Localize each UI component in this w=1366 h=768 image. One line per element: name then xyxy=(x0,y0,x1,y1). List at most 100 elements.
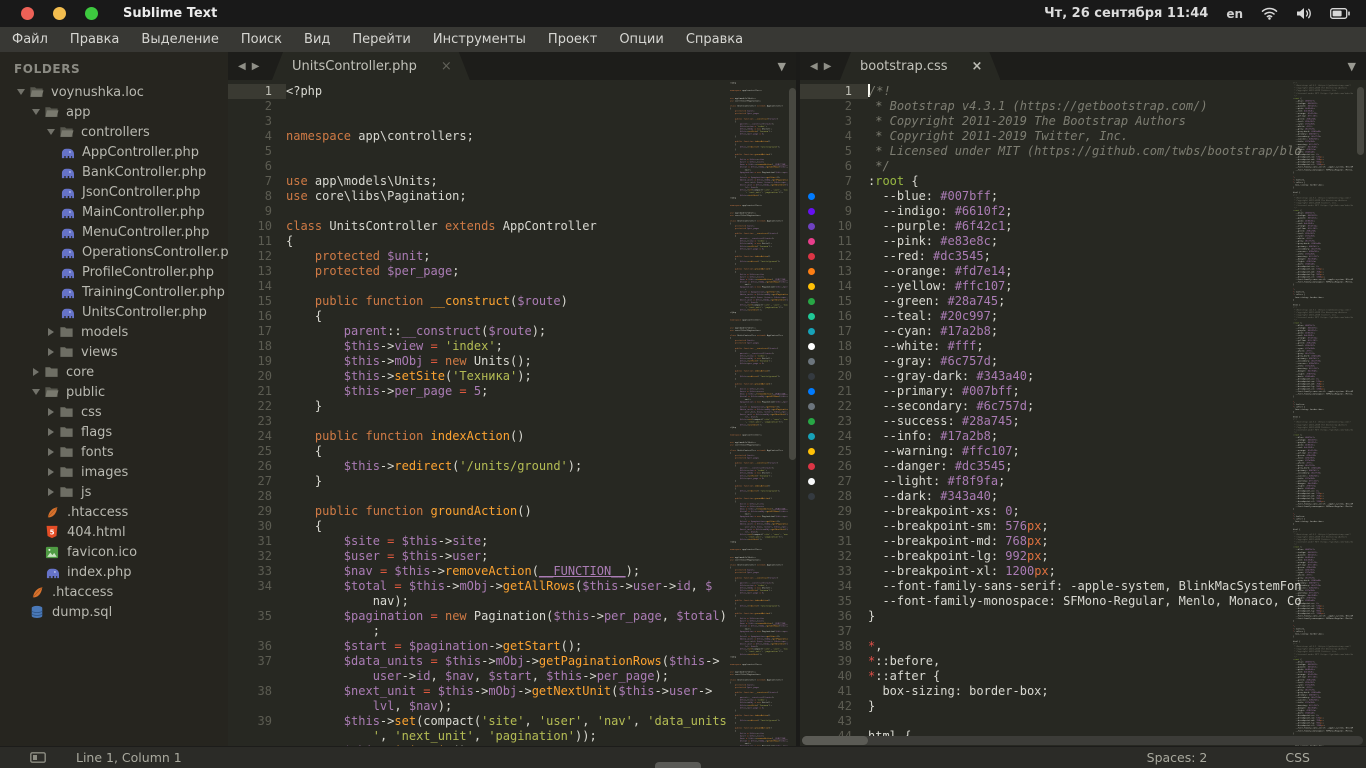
tree-item-voynushka-loc[interactable]: voynushka.loc xyxy=(0,82,228,102)
disclosure-arrow-icon[interactable] xyxy=(44,129,58,135)
menu-item-4[interactable]: Поиск xyxy=(230,27,293,52)
left-editor[interactable]: 1<?php234namespace app\controllers;567us… xyxy=(228,80,796,746)
battery-icon[interactable] xyxy=(1330,8,1350,19)
tree-item-controllers[interactable]: controllers xyxy=(0,122,228,142)
tree-item-models[interactable]: models xyxy=(0,322,228,342)
tab-bootstrap-css[interactable]: bootstrap.css × xyxy=(840,52,1000,80)
right-horizontal-scrollbar[interactable] xyxy=(802,736,1363,745)
menu-item-2[interactable]: Правка xyxy=(59,27,130,52)
tab-forward-icon[interactable]: ▶ xyxy=(824,61,832,72)
code-line: protected $per_page; xyxy=(730,342,759,344)
tab-close-icon[interactable]: × xyxy=(972,59,983,74)
tree-item-appcontroller-php[interactable]: AppController.php xyxy=(0,142,228,162)
tree-item-favicon-ico[interactable]: favicon.ico xyxy=(0,542,228,562)
status-panel-icon[interactable] xyxy=(30,752,46,763)
tree-item-css[interactable]: css xyxy=(0,402,228,422)
menu-item-8[interactable]: Проект xyxy=(537,27,608,52)
code-line: class UnitsController extends AppControl… xyxy=(730,449,783,451)
tree-item-label: favicon.ico xyxy=(67,545,137,560)
disclosure-arrow-icon[interactable] xyxy=(44,408,58,416)
tree-item-label: images xyxy=(81,465,128,480)
disclosure-arrow-icon[interactable] xyxy=(44,348,58,356)
disclosure-arrow-icon[interactable] xyxy=(44,448,58,456)
tree-item-index-php[interactable]: index.php xyxy=(0,562,228,582)
code-line xyxy=(286,159,796,174)
right-vertical-scrollbar[interactable] xyxy=(1357,87,1364,155)
left-code[interactable]: 1<?php234namespace app\controllers;567us… xyxy=(228,84,796,746)
tree-item-menucontroller-php[interactable]: MenuController.php xyxy=(0,222,228,242)
line-number: 20 xyxy=(228,369,286,384)
main-area: FOLDERS voynushka.locappcontrollersAppCo… xyxy=(0,52,1366,746)
volume-icon[interactable] xyxy=(1296,7,1312,20)
tab-back-icon[interactable]: ◀ xyxy=(810,61,818,72)
disclosure-arrow-icon[interactable] xyxy=(44,488,58,496)
close-window-button[interactable] xyxy=(21,7,34,20)
tree-item-trainingcontroller-php[interactable]: TrainingController.php xyxy=(0,282,228,302)
code-line: --gray: #6c757d; xyxy=(868,354,1366,369)
menu-item-7[interactable]: Инструменты xyxy=(422,27,537,52)
right-code[interactable]: 1/*!2 * Bootstrap v4.3.1 (https://getboo… xyxy=(800,84,1366,746)
tree-item-images[interactable]: images xyxy=(0,462,228,482)
tab-overflow-icon[interactable]: ▼ xyxy=(1348,52,1356,80)
line-number: 29 xyxy=(228,504,286,519)
tree-item-flags[interactable]: flags xyxy=(0,422,228,442)
tree-item--htaccess[interactable]: .htaccess xyxy=(0,502,228,522)
tree-item-bankcontroller-php[interactable]: BankController.php xyxy=(0,162,228,182)
tree-item-app[interactable]: app xyxy=(0,102,228,122)
line-number: 33 xyxy=(228,564,286,579)
folder-tree: voynushka.locappcontrollersAppController… xyxy=(0,82,228,622)
tree-item--htaccess[interactable]: .htaccess xyxy=(0,582,228,602)
dock-reveal-handle[interactable] xyxy=(655,762,701,768)
line-number: 27 xyxy=(228,474,286,489)
menu-item-3[interactable]: Выделение xyxy=(130,27,229,52)
left-minimap[interactable]: <?phpnamespace app\controllers;use app\m… xyxy=(730,80,788,746)
menu-item-1[interactable]: Файл xyxy=(1,27,59,52)
tree-item-dump-sql[interactable]: dump.sql xyxy=(0,602,228,622)
tree-item-jsoncontroller-php[interactable]: JsonController.php xyxy=(0,182,228,202)
clock[interactable]: Чт, 26 сентября 11:44 xyxy=(1044,6,1208,21)
tab-overflow-icon[interactable]: ▼ xyxy=(778,52,786,80)
maximize-window-button[interactable] xyxy=(85,7,98,20)
menu-item-6[interactable]: Перейти xyxy=(341,27,422,52)
tab-forward-icon[interactable]: ▶ xyxy=(252,61,260,72)
disclosure-arrow-icon[interactable] xyxy=(44,468,58,476)
code-line: :root { xyxy=(868,174,1366,189)
disclosure-arrow-icon[interactable] xyxy=(29,109,43,115)
tree-item-js[interactable]: js xyxy=(0,482,228,502)
tree-item-fonts[interactable]: fonts xyxy=(0,442,228,462)
disclosure-arrow-icon[interactable] xyxy=(29,389,43,395)
right-editor[interactable]: 1/*!2 * Bootstrap v4.3.1 (https://getboo… xyxy=(800,80,1366,746)
left-vertical-scrollbar[interactable] xyxy=(789,88,796,460)
tree-item-maincontroller-php[interactable]: MainController.php xyxy=(0,202,228,222)
tree-item-public[interactable]: public xyxy=(0,382,228,402)
tree-item-core[interactable]: core xyxy=(0,362,228,382)
minimize-window-button[interactable] xyxy=(53,7,66,20)
tree-item-views[interactable]: views xyxy=(0,342,228,362)
tree-item-unitscontroller-php[interactable]: UnitsController.php xyxy=(0,302,228,322)
menu-item-9[interactable]: Опции xyxy=(608,27,674,52)
line-number: 38 xyxy=(228,684,286,699)
tree-item-404-html[interactable]: 5404.html xyxy=(0,522,228,542)
right-minimap[interactable]: /*! * Bootstrap v4.3.1 (https://getboots… xyxy=(1293,80,1353,746)
tab-close-icon[interactable]: × xyxy=(441,59,452,74)
wifi-icon[interactable] xyxy=(1261,7,1278,20)
tree-item-operationscontroller-php[interactable]: OperationsController.php xyxy=(0,242,228,262)
disclosure-arrow-icon[interactable] xyxy=(44,328,58,336)
tab-unitscontroller-php[interactable]: UnitsController.php × xyxy=(272,52,470,80)
syntax-selector[interactable]: CSS xyxy=(1285,750,1310,765)
tab-back-icon[interactable]: ◀ xyxy=(238,61,246,72)
line-number: 17 xyxy=(228,324,286,339)
color-swatch xyxy=(808,403,815,410)
folder-icon xyxy=(58,424,74,440)
menu-item-10[interactable]: Справка xyxy=(675,27,754,52)
line-number: 21 xyxy=(800,384,868,399)
scrollbar-thumb[interactable] xyxy=(802,736,868,745)
disclosure-arrow-icon[interactable] xyxy=(29,368,43,376)
cursor-position[interactable]: Line 1, Column 1 xyxy=(76,750,182,765)
indent-setting[interactable]: Spaces: 2 xyxy=(1147,750,1208,765)
keyboard-layout-indicator[interactable]: en xyxy=(1226,7,1243,21)
disclosure-arrow-icon[interactable] xyxy=(14,89,28,95)
disclosure-arrow-icon[interactable] xyxy=(44,428,58,436)
tree-item-profilecontroller-php[interactable]: ProfileController.php xyxy=(0,262,228,282)
menu-item-5[interactable]: Вид xyxy=(293,27,341,52)
